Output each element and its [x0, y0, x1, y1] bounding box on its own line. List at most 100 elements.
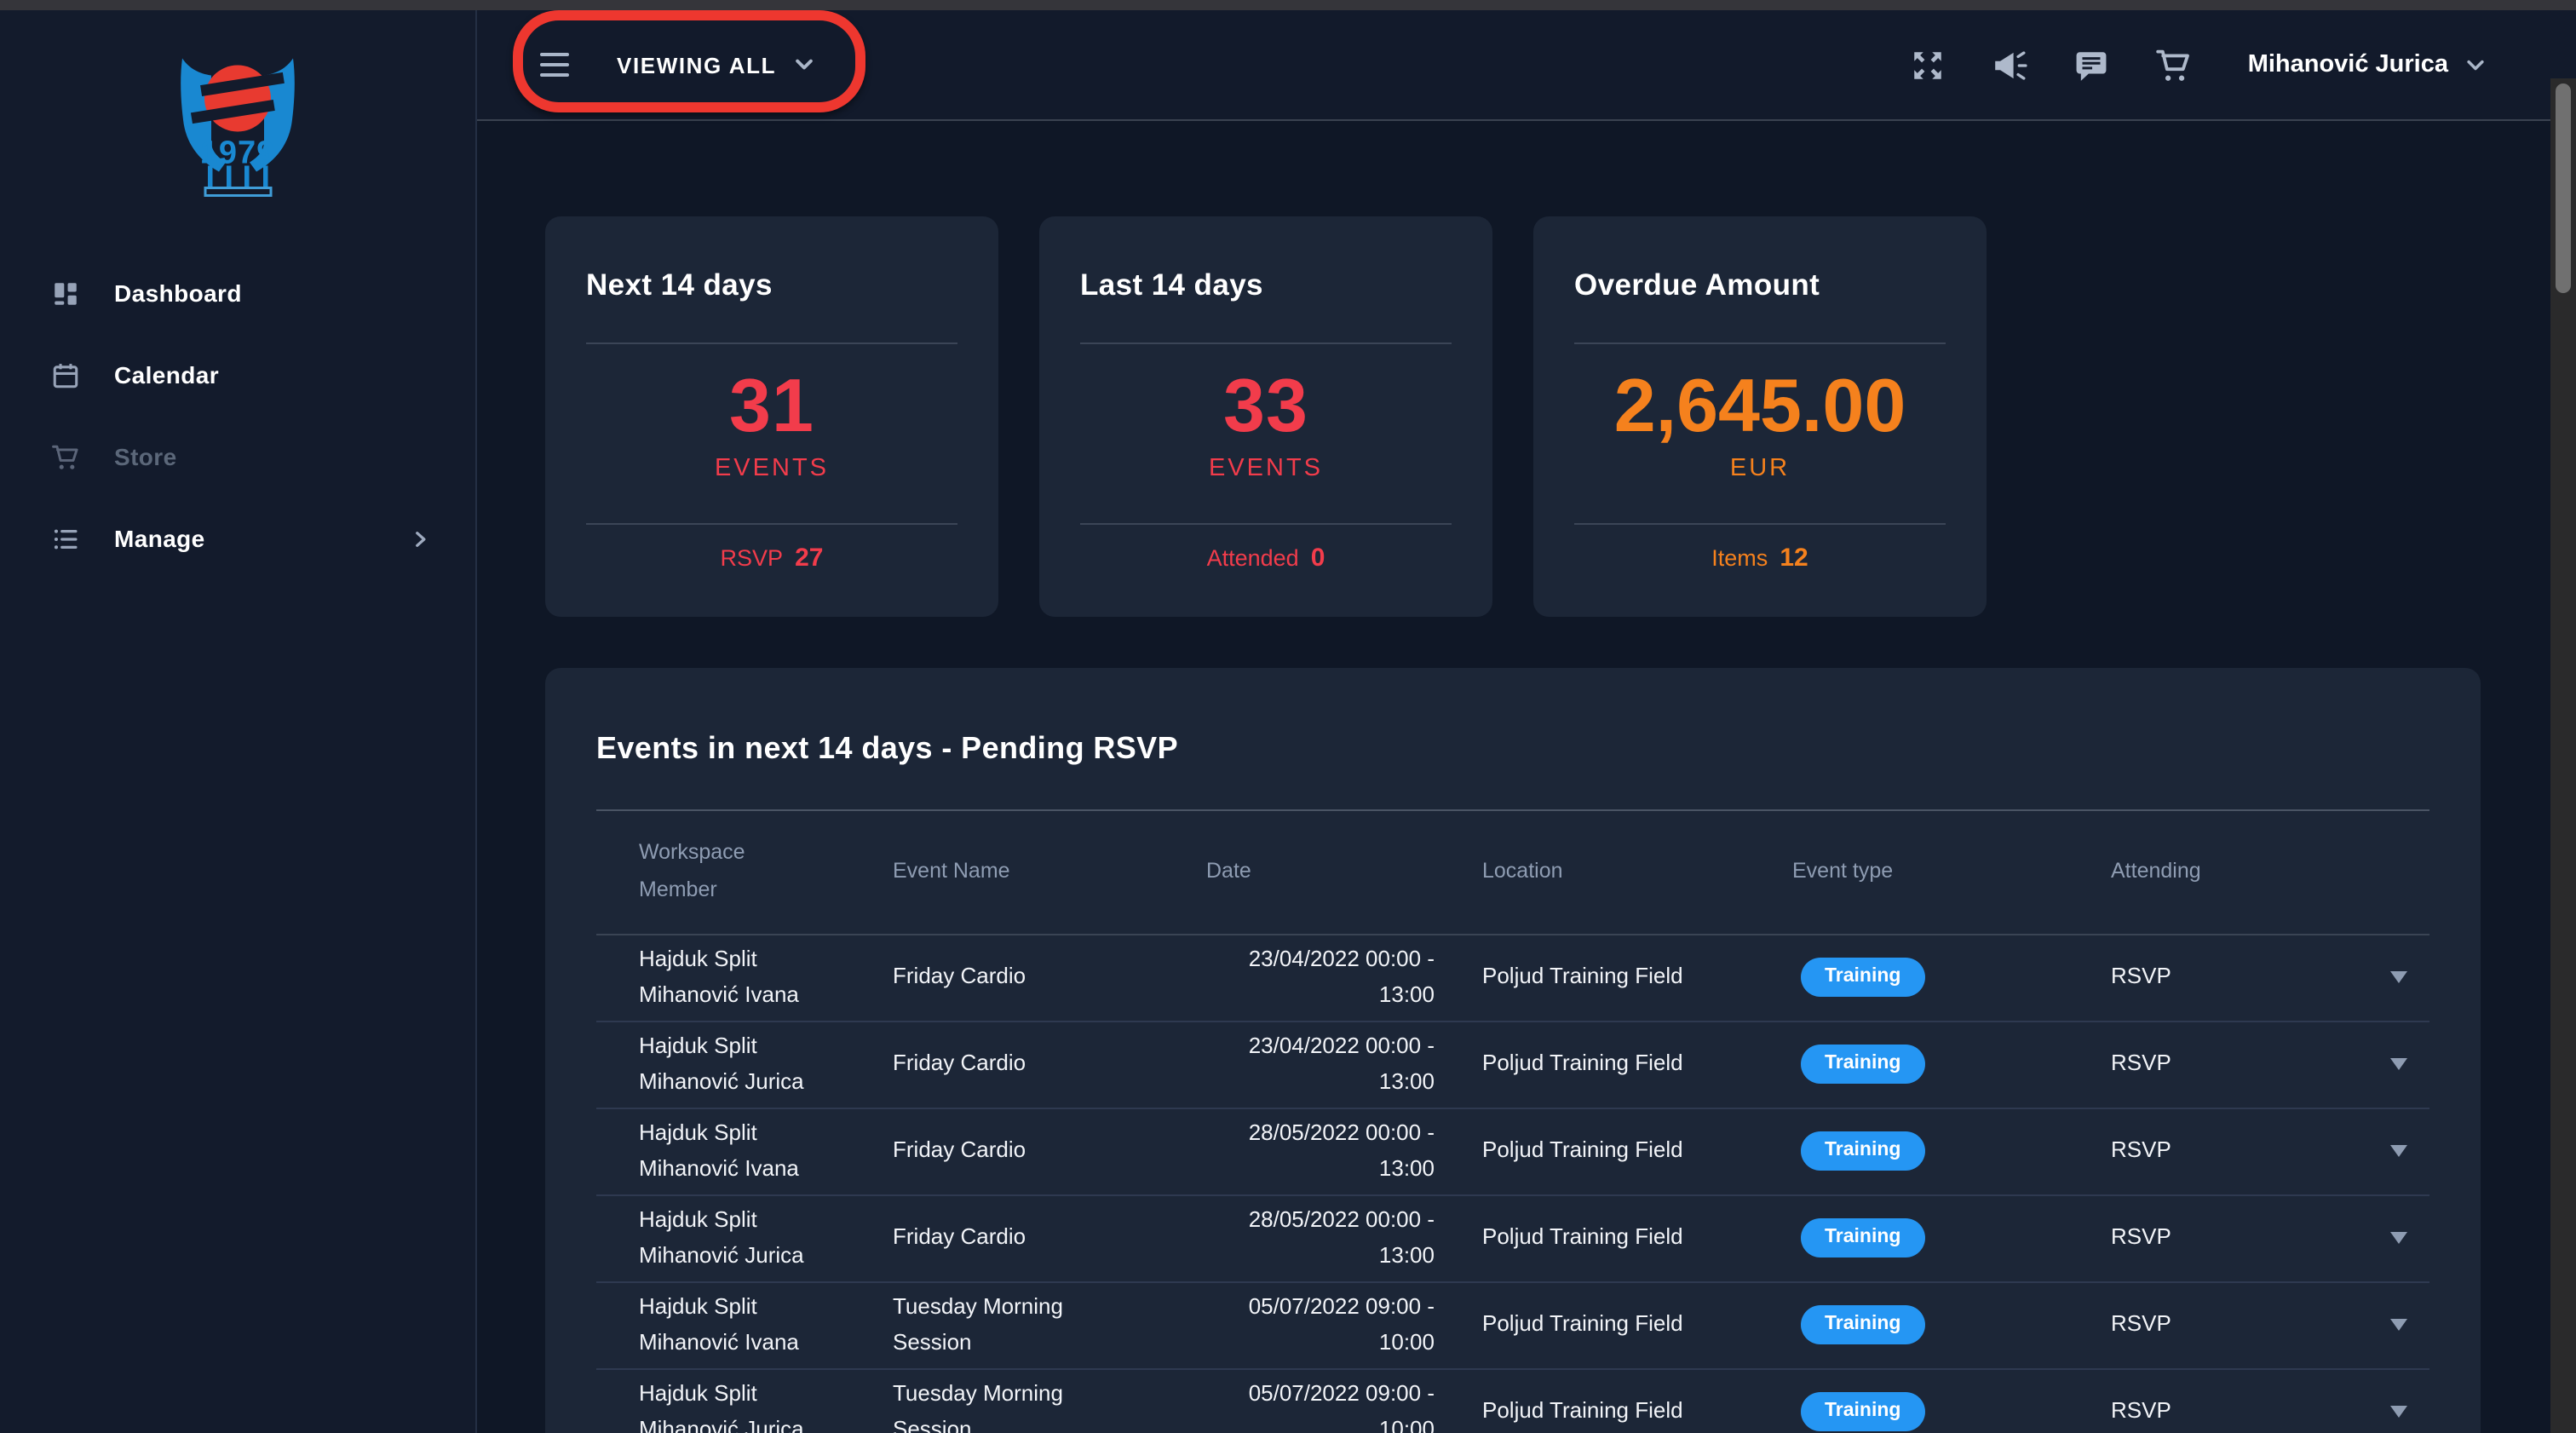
cart-icon[interactable] [2156, 47, 2192, 83]
caret-down-icon [2390, 1145, 2407, 1157]
event-type-cell: Training [1792, 1044, 2111, 1084]
location-cell: Poljud Training Field [1482, 1133, 1792, 1169]
location-cell: Poljud Training Field [1482, 959, 1792, 995]
table-header-row: Workspace Member Event Name Date Locatio… [596, 810, 2429, 935]
store-cart-icon [51, 442, 80, 471]
sidebar-item-manage[interactable]: Manage [0, 498, 477, 579]
sidebar: 1979 Dashboard [0, 10, 477, 1433]
sidebar-item-label: Dashboard [114, 279, 242, 307]
table-row: Hajduk SplitMihanović Jurica Friday Card… [596, 1022, 2429, 1108]
column-header: Event Name [893, 854, 1206, 890]
card-title: Next 14 days [586, 267, 957, 302]
caret-down-icon [2390, 1406, 2407, 1418]
event-type-cell: Training [1792, 957, 2111, 997]
table-row: Hajduk SplitMihanović Ivana Friday Cardi… [596, 1108, 2429, 1195]
table-row: Hajduk SplitMihanović Jurica Friday Card… [596, 1195, 2429, 1282]
location-cell: Poljud Training Field [1482, 1046, 1792, 1082]
card-value: 33 [1080, 369, 1452, 444]
event-type-cell: Training [1792, 1304, 2111, 1344]
chat-icon[interactable] [2074, 47, 2110, 83]
event-name-cell: Tuesday Morning Session [893, 1289, 1084, 1360]
user-menu[interactable]: Mihanović Jurica [2248, 51, 2487, 78]
sidebar-item-label: Manage [114, 525, 205, 552]
hamburger-menu-button[interactable] [540, 53, 569, 78]
event-name-cell: Friday Cardio [893, 959, 1084, 995]
stat-card-next-14-days: Next 14 days 31 EVENTS RSVP 27 [545, 216, 998, 616]
column-header: Workspace Member [596, 836, 809, 908]
dashboard-icon [51, 279, 80, 308]
card-value: 31 [586, 369, 957, 444]
event-name-cell: Tuesday Morning Session [893, 1376, 1084, 1433]
megaphone-icon[interactable] [1992, 47, 2028, 83]
event-name-cell: Friday Cardio [893, 1046, 1084, 1082]
event-type-badge: Training [1801, 957, 1924, 997]
top-bar: VIEWING ALL [477, 10, 2550, 121]
location-cell: Poljud Training Field [1482, 1220, 1792, 1256]
attending-select[interactable]: RSVP [2111, 959, 2429, 995]
card-title: Last 14 days [1080, 267, 1452, 302]
table-row: Hajduk SplitMihanović Ivana Tuesday Morn… [596, 1282, 2429, 1369]
date-cell: 05/07/2022 09:00 -10:00 [1206, 1289, 1482, 1360]
card-footer-label: Items [1711, 544, 1768, 570]
card-value: 2,645.00 [1574, 369, 1946, 444]
attending-select[interactable]: RSVP [2111, 1220, 2429, 1256]
viewing-all-dropdown[interactable]: VIEWING ALL [617, 52, 815, 78]
sidebar-nav: Dashboard Calendar [0, 252, 477, 579]
fullscreen-icon[interactable] [1911, 47, 1946, 83]
chevron-down-icon [2464, 53, 2487, 77]
caret-down-icon [2390, 1232, 2407, 1244]
workspace-member-cell: Hajduk SplitMihanović Jurica [596, 1202, 893, 1273]
club-crest-icon: 1979 [177, 58, 298, 199]
sidebar-item-label: Calendar [114, 361, 219, 388]
stat-card-last-14-days: Last 14 days 33 EVENTS Attended0 [1039, 216, 1492, 616]
header-actions: Mihanović Jurica [1865, 47, 2487, 83]
workspace-member-cell: Hajduk SplitMihanović Ivana [596, 1289, 893, 1360]
sidebar-item-calendar[interactable]: Calendar [0, 334, 477, 416]
sidebar-item-dashboard[interactable]: Dashboard [0, 252, 477, 334]
date-cell: 05/07/2022 09:00 -10:00 [1206, 1376, 1482, 1433]
user-name: Mihanović Jurica [2248, 51, 2448, 78]
event-type-badge: Training [1801, 1304, 1924, 1344]
card-title: Overdue Amount [1574, 267, 1946, 302]
location-cell: Poljud Training Field [1482, 1307, 1792, 1343]
scrollbar-track[interactable] [2550, 78, 2576, 1433]
column-header: Date [1206, 854, 1482, 890]
card-footer-value: 12 [1780, 543, 1808, 572]
events-panel-title: Events in next 14 days - Pending RSVP [596, 730, 2429, 766]
event-type-badge: Training [1801, 1391, 1924, 1431]
card-value-label: EVENTS [586, 454, 957, 481]
svg-text:1979: 1979 [200, 135, 276, 171]
app-root: 1979 Dashboard [0, 0, 2576, 1433]
card-footer-label: Attended [1207, 544, 1299, 570]
workspace-member-cell: Hajduk SplitMihanović Ivana [596, 941, 893, 1012]
date-cell: 28/05/2022 00:00 -13:00 [1206, 1115, 1482, 1186]
attending-select[interactable]: RSVP [2111, 1307, 2429, 1343]
table-row: Hajduk SplitMihanović Ivana Friday Cardi… [596, 935, 2429, 1022]
card-footer-label: RSVP [721, 544, 784, 570]
sidebar-item-label: Store [114, 443, 177, 470]
date-cell: 23/04/2022 00:00 -13:00 [1206, 941, 1482, 1012]
event-name-cell: Friday Cardio [893, 1220, 1084, 1256]
caret-down-icon [2390, 1058, 2407, 1070]
date-cell: 28/05/2022 00:00 -13:00 [1206, 1202, 1482, 1273]
chevron-down-icon [791, 53, 815, 77]
sidebar-item-store[interactable]: Store [0, 416, 477, 498]
location-cell: Poljud Training Field [1482, 1394, 1792, 1430]
scrollbar [2550, 10, 2576, 1433]
caret-down-icon [2390, 1319, 2407, 1331]
date-cell: 23/04/2022 00:00 -13:00 [1206, 1028, 1482, 1099]
attending-select[interactable]: RSVP [2111, 1394, 2429, 1430]
workspace-member-cell: Hajduk SplitMihanović Jurica [596, 1028, 893, 1099]
column-header: Attending [2111, 854, 2429, 890]
workspace-member-cell: Hajduk SplitMihanović Ivana [596, 1115, 893, 1186]
card-footer-value: 27 [795, 543, 823, 572]
event-type-badge: Training [1801, 1131, 1924, 1171]
window-edge [0, 0, 2576, 10]
scrollbar-thumb[interactable] [2556, 83, 2571, 293]
event-type-cell: Training [1792, 1391, 2111, 1431]
caret-down-icon [2390, 971, 2407, 983]
attending-select[interactable]: RSVP [2111, 1133, 2429, 1169]
workspace-member-cell: Hajduk SplitMihanović Jurica [596, 1376, 893, 1433]
event-type-cell: Training [1792, 1131, 2111, 1171]
attending-select[interactable]: RSVP [2111, 1046, 2429, 1082]
